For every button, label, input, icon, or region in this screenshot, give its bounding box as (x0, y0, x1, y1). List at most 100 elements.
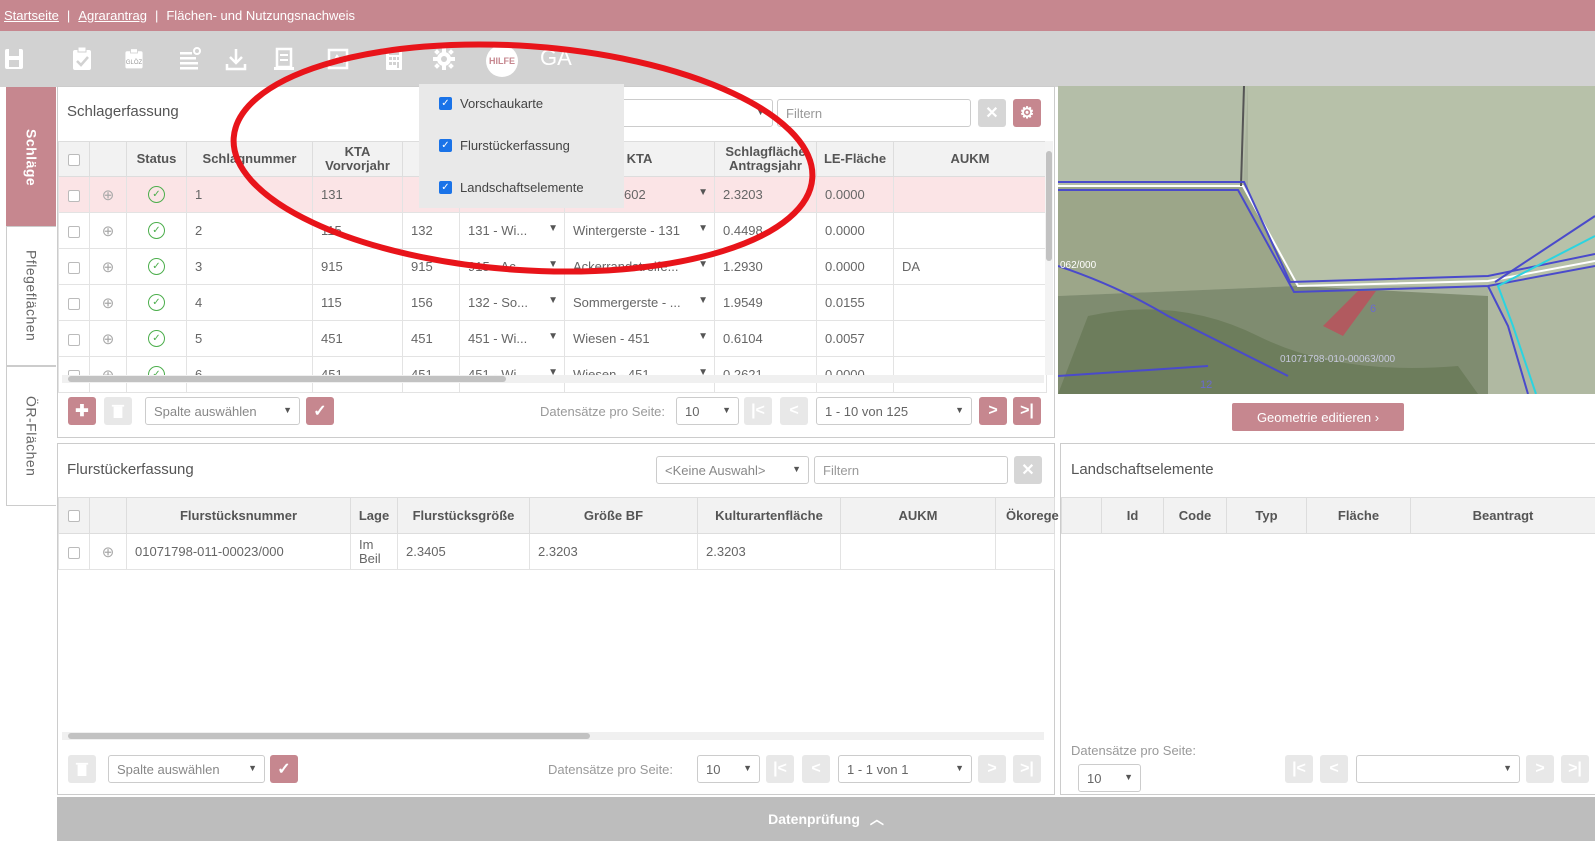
col-kulturartenflaeche[interactable]: Kulturartenfläche (697, 497, 841, 534)
col-id[interactable]: Id (1101, 497, 1164, 534)
flur-last-page-button[interactable]: >| (1013, 755, 1041, 783)
checkbox-checked-icon[interactable]: ✓ (439, 97, 452, 110)
zoom-icon[interactable]: ⊕ (89, 212, 127, 249)
col-flurstuecksgroesse[interactable]: Flurstücksgröße (397, 497, 530, 534)
land-last-page-button[interactable]: >| (1561, 755, 1589, 783)
cell-kta-code[interactable]: 451 - Wi...▼ (459, 320, 565, 357)
clear-filter-button[interactable]: ✕ (978, 99, 1006, 127)
checkbox-checked-icon[interactable]: ✓ (439, 181, 452, 194)
cell-kta[interactable]: Sommergerste - ... ▼ (564, 284, 715, 321)
clipboard-check-icon[interactable] (68, 44, 96, 74)
ga-button[interactable]: GA (540, 45, 572, 71)
popup-item-landschaftselemente[interactable]: ✓ Landschaftselemente (439, 180, 584, 195)
col-status[interactable]: Status (126, 141, 187, 177)
col-schlagflaeche[interactable]: Schlagfläche Antragsjahr (714, 141, 817, 177)
row-checkbox[interactable] (58, 248, 90, 285)
flur-per-page-select[interactable]: 10 ▼ (697, 755, 760, 783)
col-flurstuecksnummer[interactable]: Flurstücksnummer (126, 497, 351, 534)
cell-kta-code[interactable]: 915 - Ac... ▼ (459, 248, 565, 285)
flur-next-page-button[interactable]: > (978, 755, 1006, 783)
land-next-page-button[interactable]: > (1526, 755, 1554, 783)
settings-button[interactable]: ⚙ (1013, 99, 1041, 127)
land-first-page-button[interactable]: |< (1285, 755, 1313, 783)
col-oekoregelung[interactable]: Ökorege (995, 497, 1059, 534)
breadcrumb-home-link[interactable]: Startseite (4, 8, 59, 23)
land-prev-page-button[interactable]: < (1320, 755, 1348, 783)
cell-kta[interactable]: Wintergerste - 131 ▼ (564, 212, 715, 249)
tab-pflegeflaechen[interactable]: Pflegeflächen (6, 226, 56, 366)
flur-column-select-bottom[interactable]: Spalte auswählen ▼ (108, 755, 265, 783)
cell-kta-code[interactable]: 132 - So... ▼ (459, 284, 565, 321)
flur-prev-page-button[interactable]: < (802, 755, 830, 783)
cell-kta[interactable]: Ackerrandstreife... ▼ (564, 248, 715, 285)
col-aukm[interactable]: AUKM (893, 141, 1047, 177)
col-typ[interactable]: Typ (1226, 497, 1307, 534)
zoom-icon[interactable]: ⊕ (89, 320, 127, 357)
col-schlagnummer[interactable]: Schlagnummer (186, 141, 313, 177)
col-kta-vorvorjahr[interactable]: KTA Vorvorjahr (312, 141, 403, 177)
column-filter-select[interactable]: l>▼ (600, 99, 773, 127)
col-code[interactable]: Code (1163, 497, 1227, 534)
zoom-icon[interactable]: ⊕ (89, 284, 127, 321)
flur-delete-icon[interactable] (68, 755, 96, 783)
vertical-scrollbar[interactable] (1045, 141, 1053, 375)
per-page-select[interactable]: 10 ▼ (676, 397, 739, 425)
land-per-page-select[interactable]: 10 ▼ (1078, 764, 1141, 792)
map-export-icon[interactable] (324, 44, 352, 74)
row-checkbox[interactable] (58, 284, 90, 321)
report-icon[interactable] (270, 44, 298, 74)
tab-schlaege[interactable]: Schläge (6, 87, 56, 228)
flur-page-select[interactable]: 1 - 1 von 1 ▼ (838, 755, 972, 783)
last-page-button[interactable]: >| (1013, 397, 1041, 425)
tab-oer-flaechen[interactable]: ÖR-Flächen (6, 366, 56, 506)
column-select[interactable]: Spalte auswählen ▼ (145, 397, 300, 425)
table-row[interactable]: ⊕ ✓ 5 451 451 451 - Wi... ▼ Wiesen - 451 ▼ 0.6104… (58, 320, 1047, 357)
flur-select-all-checkbox[interactable] (58, 497, 90, 534)
cell-kta-code[interactable]: 131 - Wi... ▼ (459, 212, 565, 249)
col-beantragt[interactable]: Beantragt (1410, 497, 1595, 534)
edit-geometry-button[interactable]: Geometrie editieren › (1232, 403, 1404, 431)
preview-map[interactable]: 062/000 01071798-010-00063/000 12 6 (1058, 86, 1595, 394)
table-row[interactable]: ⊕ ✓ 3 915 915 915 - Ac... ▼ Ackerrandstreife...… (58, 248, 1047, 285)
save-icon[interactable] (0, 44, 28, 74)
table-row[interactable]: ⊕ ✓ 4 115 156 132 - So... ▼ Sommergerste - ... ▼… (58, 284, 1047, 321)
col-aukm[interactable]: AUKM (840, 497, 996, 534)
land-page-select[interactable]: ▼ (1356, 755, 1520, 783)
download-icon[interactable] (222, 44, 250, 74)
horizontal-scrollbar[interactable] (62, 375, 1044, 383)
table-row[interactable]: ⊕ ✓ 2 115 132 131 - Wi... ▼ Wintergerste - 131 ▼… (58, 212, 1047, 249)
filter-input[interactable]: Filtern (777, 99, 971, 127)
first-page-button[interactable]: |< (744, 397, 772, 425)
select-all-checkbox[interactable] (58, 141, 90, 177)
flur-clear-filter-button[interactable]: ✕ (1014, 456, 1042, 484)
zoom-icon[interactable]: ⊕ (89, 533, 127, 570)
row-checkbox[interactable] (58, 320, 90, 357)
col-flaeche[interactable]: Fläche (1306, 497, 1411, 534)
popup-item-vorschaukarte[interactable]: ✓ Vorschaukarte (439, 96, 543, 111)
flur-first-page-button[interactable]: |< (766, 755, 794, 783)
cell-kta[interactable]: Wiesen - 451▼ (564, 320, 715, 357)
list-settings-icon[interactable] (176, 44, 204, 74)
flur-horizontal-scrollbar[interactable] (62, 732, 1044, 740)
datenpruefung-bar[interactable]: Datenprüfung ︿ (57, 797, 1595, 841)
flur-apply-column-button[interactable]: ✓ (270, 755, 298, 783)
checkbox-checked-icon[interactable]: ✓ (439, 139, 452, 152)
page-select[interactable]: 1 - 10 von 125 ▼ (816, 397, 972, 425)
help-button[interactable]: HILFE (486, 45, 518, 77)
zoom-icon[interactable]: ⊕ (89, 248, 127, 285)
next-page-button[interactable]: > (979, 397, 1007, 425)
gear-icon[interactable] (430, 44, 458, 74)
add-button[interactable]: ✚ (68, 397, 96, 425)
gloez-icon[interactable]: GLÖZ (118, 44, 150, 74)
row-checkbox[interactable] (58, 212, 90, 249)
row-checkbox[interactable] (58, 176, 90, 213)
col-le-flaeche[interactable]: LE-Fläche (816, 141, 894, 177)
zoom-icon[interactable]: ⊕ (89, 176, 127, 213)
table-row[interactable]: ⊕ 01071798-011-00023/000 Im Beil 2.3405 … (58, 533, 1055, 570)
popup-item-flurstueckerfassung[interactable]: ✓ Flurstückerfassung (439, 138, 570, 153)
breadcrumb-app-link[interactable]: Agrarantrag (78, 8, 147, 23)
delete-icon[interactable] (104, 397, 132, 425)
calculator-icon[interactable] (380, 44, 408, 74)
prev-page-button[interactable]: < (780, 397, 808, 425)
col-groesse-bf[interactable]: Größe BF (529, 497, 698, 534)
